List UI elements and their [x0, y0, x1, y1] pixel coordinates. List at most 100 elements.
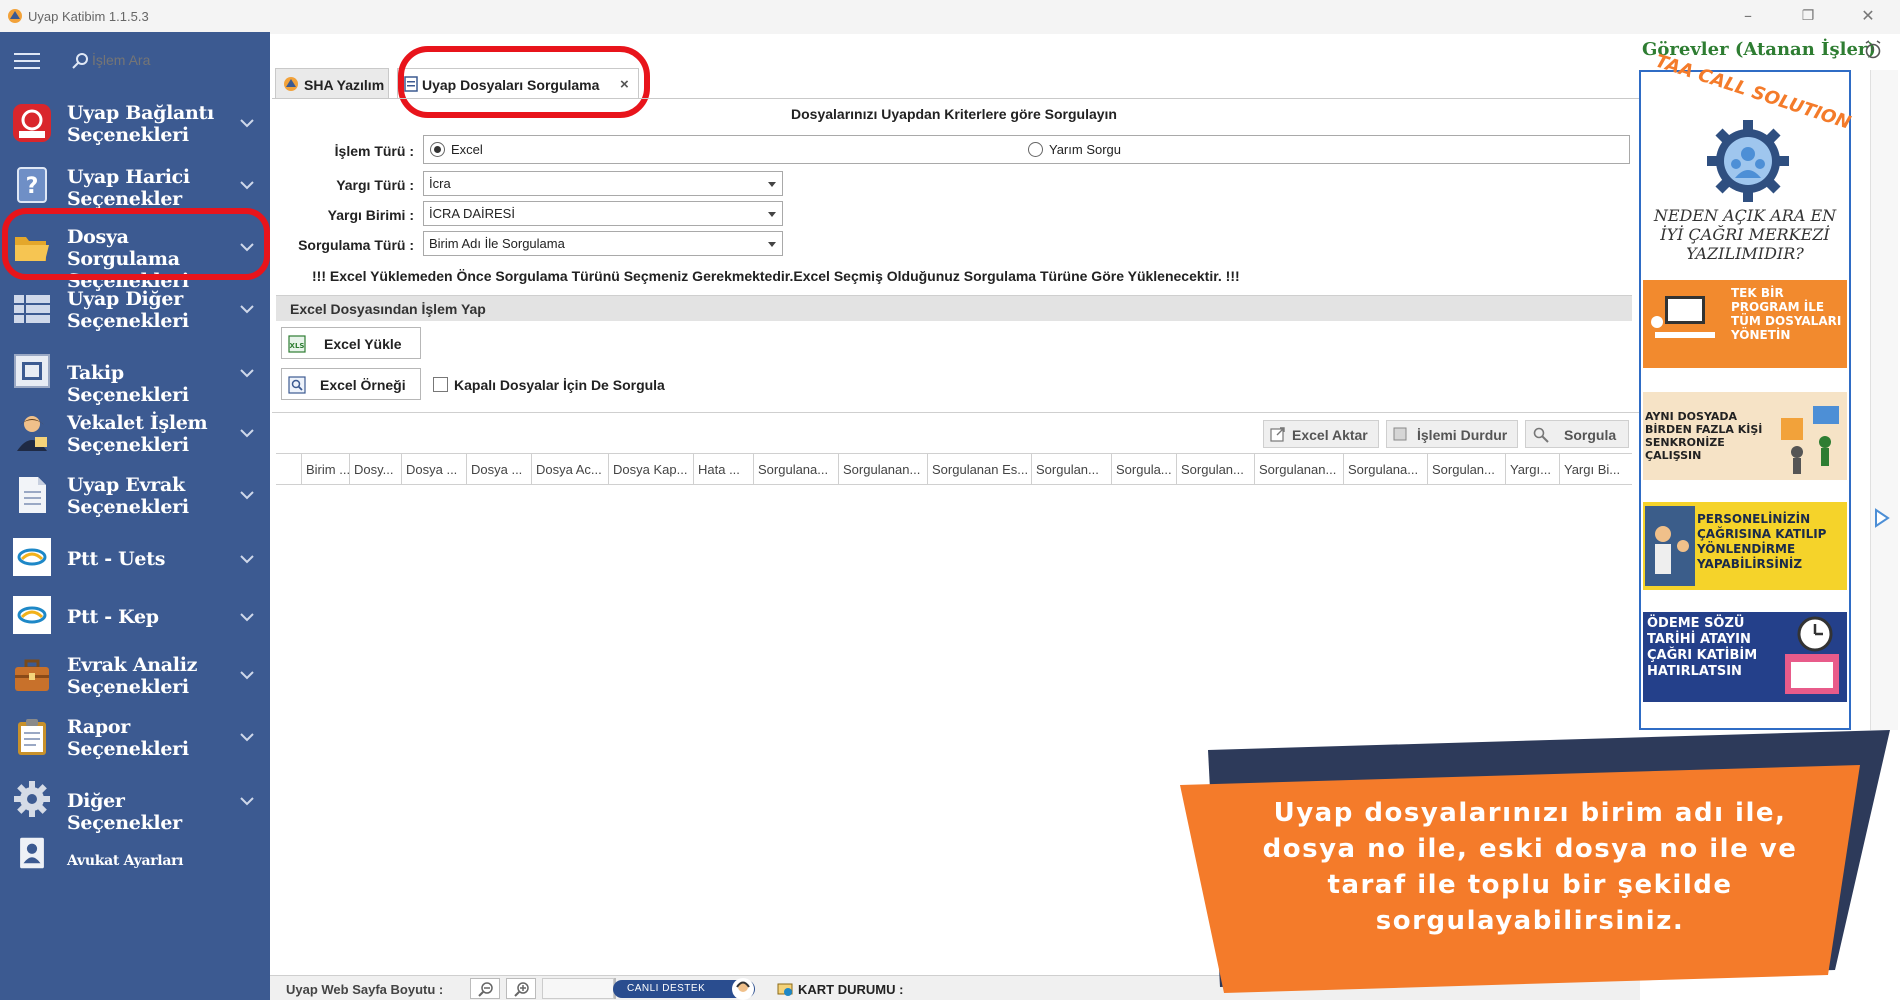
- query-button[interactable]: Sorgula: [1525, 420, 1629, 448]
- grid-column-header[interactable]: Sorgulanan...: [1255, 454, 1344, 486]
- dropdown-arrow-icon: [768, 182, 776, 187]
- page-size-label: Uyap Web Sayfa Boyutu :: [286, 982, 444, 997]
- excel-section-title: Excel Dosyasından İşlem Yap: [290, 301, 486, 317]
- brand-gear-logo-icon: [1707, 120, 1789, 202]
- sidebar-item-uyap-baglanti[interactable]: Uyap Bağlantı Seçenekleri: [0, 94, 270, 152]
- tab-sha-yazilim[interactable]: SHA Yazılım: [275, 68, 389, 98]
- radio-yarim-sorgu-label: Yarım Sorgu: [1049, 142, 1122, 157]
- sha-logo-icon: [284, 77, 298, 91]
- app-logo-icon: [8, 9, 22, 23]
- user-card-icon: [20, 837, 44, 869]
- advertisement-banner[interactable]: TAA CALL SOLUTION NEDEN AÇIK ARA EN İYİ …: [1639, 51, 1853, 730]
- zoom-in-button[interactable]: [506, 978, 536, 999]
- minimize-button[interactable]: –: [1736, 6, 1760, 25]
- sorgulama-turu-label: Sorgulama Türü :: [298, 237, 414, 253]
- grid-column-header[interactable]: Dosya ...: [402, 454, 467, 486]
- svg-text:?: ?: [26, 174, 39, 199]
- sidebar-item-diger-secenekler[interactable]: Diğer Seçenekler: [0, 770, 270, 834]
- sidebar-item-ptt-kep[interactable]: Ptt - Kep: [0, 586, 270, 644]
- excel-export-button[interactable]: Excel Aktar: [1263, 420, 1379, 448]
- grid-column-header[interactable]: Sorgulana...: [1344, 454, 1428, 486]
- zoom-out-icon: [478, 982, 493, 997]
- grid-column-header[interactable]: Sorgulanan...: [839, 454, 928, 486]
- excel-warning-text: !!! Excel Yüklemeden Önce Sorgulama Türü…: [312, 268, 1240, 284]
- calendar-clock-icon: [1785, 616, 1839, 694]
- grid-column-header[interactable]: Sorgula...: [1112, 454, 1177, 486]
- sorgulama-turu-select[interactable]: Birim Adı İle Sorgulama: [423, 231, 783, 256]
- grid-column-header[interactable]: Dosya ...: [467, 454, 532, 486]
- chevron-down-icon: [240, 119, 254, 128]
- chevron-down-icon: [240, 613, 254, 622]
- help-book-icon: ?: [17, 167, 47, 203]
- zoom-value-field[interactable]: [542, 978, 614, 999]
- search-input[interactable]: [92, 48, 242, 72]
- sidebar-item-uyap-harici[interactable]: ? Uyap Harici Seçenekler: [0, 156, 270, 214]
- grid-column-header[interactable]: Birim ...: [302, 454, 350, 486]
- sidebar-item-uyap-diger[interactable]: Uyap Diğer Seçenekleri: [0, 280, 270, 338]
- callout-text: Uyap dosyalarınızı birim adı ile, dosya …: [1262, 798, 1798, 936]
- ptt-logo-icon: [13, 596, 51, 634]
- window-title: Uyap Katibim 1.1.5.3: [28, 9, 149, 24]
- excel-sample-button[interactable]: Excel Örneği: [281, 368, 421, 400]
- grid-column-header[interactable]: Sorgulan...: [1177, 454, 1255, 486]
- expand-arrow-icon[interactable]: [1874, 508, 1890, 528]
- title-bar: Uyap Katibim 1.1.5.3 – ❐ ✕: [0, 0, 1900, 34]
- excel-upload-button[interactable]: XLS Excel Yükle: [281, 327, 421, 359]
- sidebar-item-takip[interactable]: Takip Seçenekleri: [0, 342, 270, 406]
- ad-headline: NEDEN AÇIK ARA EN İYİ ÇAĞRI MERKEZİ YAZI…: [1653, 206, 1837, 263]
- zoom-out-button[interactable]: [470, 978, 500, 999]
- grid-column-header[interactable]: Sorgulanan Es...: [928, 454, 1032, 486]
- grid-column-header[interactable]: Dosya Kap...: [609, 454, 694, 486]
- grid-column-header[interactable]: Yargı...: [1506, 454, 1560, 486]
- excel-section-header: Excel Dosyasından İşlem Yap: [276, 295, 1632, 321]
- film-frame-icon: [14, 354, 50, 388]
- card-status-icon: [777, 983, 793, 996]
- grid-list-icon: [14, 295, 50, 323]
- grid-column-header[interactable]: Sorgulan...: [1032, 454, 1112, 486]
- grid-column-header[interactable]: Dosya Ac...: [532, 454, 609, 486]
- sidebar-item-rapor[interactable]: Rapor Seçenekleri: [0, 708, 270, 766]
- uyap-logo-icon: [13, 104, 51, 142]
- side-panel-strip: [1870, 70, 1898, 730]
- radio-excel[interactable]: [430, 142, 445, 157]
- zoom-in-icon: [514, 982, 529, 997]
- chevron-down-icon: [240, 369, 254, 378]
- grid-column-header[interactable]: Sorgulan...: [1428, 454, 1506, 486]
- sidebar-item-vekalet[interactable]: Vekalet İşlem Seçenekleri: [0, 404, 270, 462]
- chevron-down-icon: [240, 671, 254, 680]
- chevron-down-icon: [240, 797, 254, 806]
- sidebar-item-evrak-analiz[interactable]: Evrak Analiz Seçenekleri: [0, 646, 270, 704]
- grid-column-header[interactable]: Dosy...: [350, 454, 402, 486]
- yargi-birimi-select[interactable]: İCRA DAİRESİ: [423, 201, 783, 226]
- sidebar-item-ptt-uets[interactable]: Ptt - Uets: [0, 528, 270, 586]
- excel-sample-label: Excel Örneği: [320, 377, 406, 393]
- clipboard-icon: [18, 719, 46, 755]
- closed-files-label: Kapalı Dosyalar İçin De Sorgula: [454, 377, 665, 393]
- svg-text:XLS: XLS: [290, 342, 305, 350]
- live-support-button[interactable]: CANLI DESTEK: [613, 978, 755, 1000]
- restore-button[interactable]: ❐: [1796, 8, 1820, 24]
- export-icon: [1270, 427, 1285, 442]
- sidebar-item-label: Rapor Seçenekleri: [67, 716, 189, 760]
- document-icon: [19, 477, 46, 513]
- grid-column-header[interactable]: Sorgulana...: [754, 454, 839, 486]
- grid-column-header[interactable]: Yargı Bi...: [1560, 454, 1632, 486]
- islem-turu-label: İşlem Türü :: [334, 143, 414, 159]
- dropdown-arrow-icon: [768, 212, 776, 217]
- close-window-button[interactable]: ✕: [1856, 6, 1880, 25]
- sidebar-item-uyap-evrak[interactable]: Uyap Evrak Seçenekleri: [0, 466, 270, 524]
- hamburger-menu-icon[interactable]: [14, 52, 40, 70]
- radio-yarim-sorgu[interactable]: [1028, 142, 1043, 157]
- alarm-clock-icon[interactable]: [1864, 40, 1882, 60]
- gear-icon: [14, 781, 50, 817]
- excel-file-icon: XLS: [288, 335, 306, 353]
- grid-column-header[interactable]: Hata ...: [694, 454, 754, 486]
- closed-files-checkbox[interactable]: [433, 377, 448, 392]
- yargi-turu-select[interactable]: İcra: [423, 171, 783, 196]
- stop-process-button[interactable]: İşlemi Durdur: [1386, 420, 1518, 448]
- sidebar-item-label: Ptt - Uets: [67, 548, 166, 570]
- sidebar-item-label: Uyap Bağlantı Seçenekleri: [67, 102, 214, 146]
- sidebar-item-avukat-ayarlari[interactable]: Avukat Ayarları: [0, 828, 270, 886]
- chevron-down-icon: [240, 555, 254, 564]
- sidebar-item-label: Evrak Analiz Seçenekleri: [67, 654, 198, 698]
